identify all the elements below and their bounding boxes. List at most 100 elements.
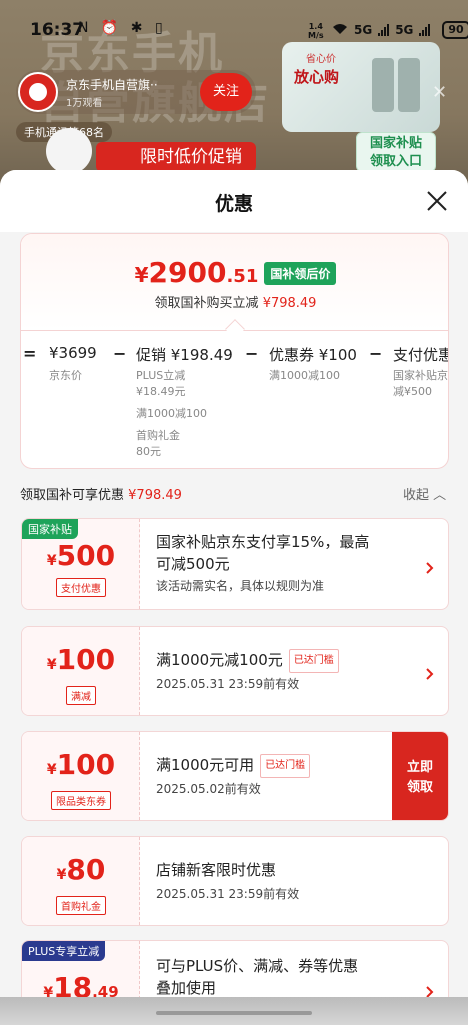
section-prefix: 领取国补可享优惠 xyxy=(20,488,125,503)
store-name: 京东手机自营旗·· xyxy=(66,78,158,92)
coupon-tag-label: 满减 xyxy=(66,686,96,705)
promo-detail-2: ¥18.49元 xyxy=(136,385,186,398)
coupon-title: 满1000元减100元 已达门槛 xyxy=(156,649,339,673)
coupon-yen: ¥ xyxy=(46,762,57,778)
ad-small-text: 省心价 xyxy=(306,54,336,65)
sheet-header: 优惠 xyxy=(0,170,468,232)
close-icon[interactable] xyxy=(426,190,448,212)
coupon-badge: 国家补贴 xyxy=(22,519,78,539)
status-time: 16:37 xyxy=(30,20,85,40)
jd-price-label: 京东价 xyxy=(49,369,82,382)
coupon-amount: 优惠券 ¥100 xyxy=(269,346,357,364)
coupon-title: 满1000元可用 已达门槛 xyxy=(156,754,311,778)
follow-button[interactable]: 关注 xyxy=(200,73,252,111)
coupon-card[interactable]: ¥80 首购礼金 店铺新客限时优惠 2025.05.31 23:59前有效 xyxy=(21,836,449,926)
pay-discount: 支付优惠 xyxy=(393,346,449,364)
promo-banner: 限时低价促销 xyxy=(96,142,256,172)
equals-sign: = xyxy=(23,344,37,363)
promo-detail-5: 80元 xyxy=(136,445,161,458)
coupon-title-line2: 可减500元 xyxy=(156,555,230,573)
coupon-status: 已达门槛 xyxy=(288,649,339,673)
live-stream-background: 京东手机 自营旗舰店 省心价 放心购 ✕ 国家补贴 领取入口 京东手机自营旗··… xyxy=(0,0,468,190)
chevron-right-icon xyxy=(424,559,436,574)
promo-detail-1: PLUS立减 xyxy=(136,369,186,382)
claim-line2: 领取 xyxy=(406,780,433,795)
coupon-title-line1: 满1000元减100元 xyxy=(156,651,283,669)
battery-icon: 90 xyxy=(442,21,468,39)
signal-bars-icon xyxy=(419,24,431,36)
section-amount: ¥798.49 xyxy=(128,488,182,503)
claim-line1: 立即 xyxy=(406,760,433,775)
home-indicator[interactable] xyxy=(156,1011,312,1015)
coupon-title: 店铺新客限时优惠 xyxy=(156,861,277,879)
price-decimal: .51 xyxy=(226,266,259,287)
coupon-tag: 满减 xyxy=(22,685,140,705)
coupon-value: 500 xyxy=(56,539,116,572)
price-integer: 2900 xyxy=(148,256,227,289)
coupon-amount: ¥100 xyxy=(22,643,140,676)
net-speed-unit: M/s xyxy=(308,31,324,40)
subsidy-entry-button[interactable]: 国家补贴 领取入口 xyxy=(356,132,436,172)
coupon-amount: ¥100 xyxy=(22,748,140,781)
chevron-right-icon xyxy=(424,983,436,998)
coupon-amount: ¥500 xyxy=(22,539,140,572)
minus-sign: − xyxy=(245,344,259,363)
close-icon[interactable]: ✕ xyxy=(432,82,447,103)
coupon-tag: 支付优惠 xyxy=(22,577,140,597)
jd-price: ¥3699 xyxy=(49,344,97,362)
promo-amount: 促销 ¥198.49 xyxy=(136,346,233,364)
signal2-label: 5G xyxy=(395,23,414,37)
chevron-right-icon xyxy=(424,665,436,680)
coupon-title: 可与PLUS价、满减、券等优惠 叠加使用 xyxy=(156,955,358,999)
phone-image xyxy=(372,58,394,112)
price-sub-prefix: 领取国补购买立减 xyxy=(154,296,259,311)
coupon-value: 100 xyxy=(56,643,116,676)
wifi-icon xyxy=(332,23,348,38)
coupon-desc: 2025.05.31 23:59前有效 xyxy=(156,887,300,901)
coupon-badge: PLUS专享立减 xyxy=(22,941,106,961)
store-views: 1万观看 xyxy=(66,98,103,109)
collapse-button[interactable]: 收起 ︿ xyxy=(403,484,446,503)
net-speed-value: 1.4 xyxy=(308,22,323,31)
status-right-icons: 5G 5G 90 xyxy=(332,21,468,39)
signal-bars-icon xyxy=(378,24,390,36)
price-symbol: ¥ xyxy=(134,263,149,287)
sheet-title: 优惠 xyxy=(214,193,253,215)
notification-icons: N ⏰ ✱ ▯ xyxy=(78,20,167,36)
coupon-title-line1: 满1000元可用 xyxy=(156,756,255,774)
coupon-yen: ¥ xyxy=(56,867,67,883)
price-tag: 国补领后价 xyxy=(264,262,337,285)
coupon-desc: 该活动需实名，具体以规则为准 xyxy=(156,579,325,593)
pay-detail-1: 国家补贴京 xyxy=(393,369,448,382)
minus-sign: − xyxy=(113,344,127,363)
phone-image xyxy=(398,58,420,112)
pay-detail-2: 减¥500 xyxy=(393,385,432,398)
coupon-card[interactable]: ¥100 满减 满1000元减100元 已达门槛 2025.05.31 23:59… xyxy=(21,626,449,716)
coupon-card[interactable]: 国家补贴 ¥500 支付优惠 国家补贴京东支付享15%，最高 可减500元 该活… xyxy=(21,518,449,610)
coupon-value: 80 xyxy=(66,853,106,886)
coupon-amount: ¥80 xyxy=(22,853,140,886)
minus-sign: − xyxy=(369,344,383,363)
coupon-title: 国家补贴京东支付享15%，最高 可减500元 xyxy=(156,531,369,575)
avatar xyxy=(18,72,58,112)
coupon-desc: 2025.05.02前有效 xyxy=(156,782,261,796)
ad-big-text: 放心购 xyxy=(294,68,340,86)
coupon-card[interactable]: ¥100 限品类东券 满1000元可用 已达门槛 2025.05.02前有效 立即… xyxy=(21,731,449,821)
mascot-icon xyxy=(46,128,92,174)
coupon-title-line1: 可与PLUS价、满减、券等优惠 xyxy=(156,957,359,975)
coupon-tag-label: 首购礼金 xyxy=(56,896,106,915)
price-subtitle: 领取国补购买立减 ¥798.49 xyxy=(21,292,448,311)
coupon-tag: 限品类东券 xyxy=(22,790,140,810)
coupon-yen: ¥ xyxy=(46,657,57,673)
net-speed: 1.4 M/s xyxy=(308,22,324,40)
claim-coupon-button[interactable]: 立即 领取 xyxy=(392,732,448,820)
coupon-status: 已达门槛 xyxy=(260,754,311,778)
subsidy-entry-line2: 领取入口 xyxy=(369,154,422,169)
section-header: 领取国补可享优惠 ¥798.49 xyxy=(20,484,182,503)
coupon-title-line1: 国家补贴京东支付享15%，最高 xyxy=(156,533,370,551)
coupon-tag: 首购礼金 xyxy=(22,895,140,915)
status-bar: 16:37 N ⏰ ✱ ▯ 1.4 M/s 5G 5G 90 xyxy=(0,0,468,46)
coupon-value: 100 xyxy=(56,748,116,781)
signal1-label: 5G xyxy=(354,23,373,37)
subsidy-entry-line1: 国家补贴 xyxy=(369,136,422,151)
